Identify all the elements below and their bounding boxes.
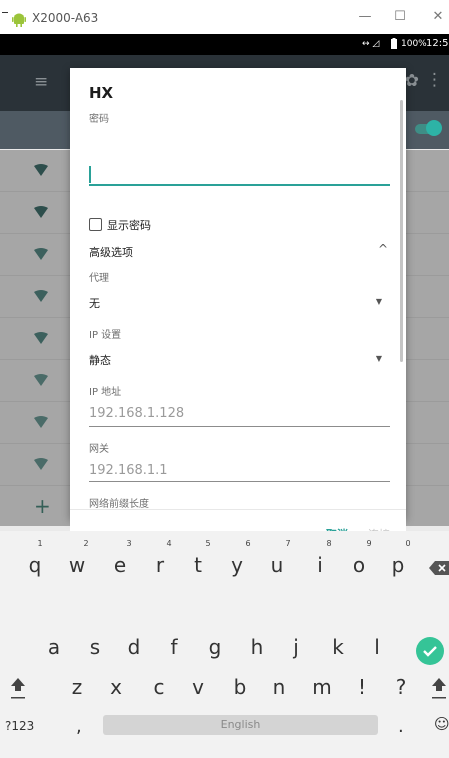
backspace-icon[interactable] [429,561,449,575]
show-password-checkbox[interactable] [89,218,102,231]
dialog-title: HX [89,84,114,102]
key-r[interactable]: r [140,553,180,577]
key-s[interactable]: s [75,635,115,659]
wifi-signal-icon [34,332,48,344]
key-t[interactable]: t [178,553,218,577]
ip-address-underline [89,426,390,427]
dropdown-arrow-icon[interactable]: ▼ [376,297,382,306]
menu-icon[interactable]: ≡ [34,72,48,92]
key-i[interactable]: i [300,553,340,577]
key-hint: 8 [326,539,332,548]
key-hint: 2 [83,539,89,548]
wifi-signal-icon [34,164,48,176]
more-options-icon[interactable]: ⋮ [426,70,443,90]
text-caret [89,166,91,183]
key-x[interactable]: x [96,675,136,699]
emoji-icon[interactable]: ☺ [434,715,449,733]
key-hint: 3 [126,539,132,548]
key-l[interactable]: l [357,635,397,659]
settings-icon[interactable]: ✿ [405,71,419,91]
key-g[interactable]: g [195,635,235,659]
wifi-config-dialog: HX 密码 显示密码 高级选项 ^ 代理 无 ▼ IP 设置 静态 ▼ IP 地… [70,68,406,554]
shift-icon[interactable] [8,675,28,701]
gateway-input[interactable]: 192.168.1.1 [89,463,168,478]
key-o[interactable]: o [339,553,379,577]
key-w[interactable]: w [57,553,97,577]
status-bar: ↔ ◿ 100% 12:5 [0,34,449,55]
key-a[interactable]: a [34,635,74,659]
gateway-label: 网关 [89,444,109,455]
window-title: X2000-A63 [32,11,99,25]
device-screen: ↔ ◿ 100% 12:5 ≡ ✿ ⋮ + HX 密码 显示密码 高级选项 ^ … [0,34,449,758]
password-label: 密码 [89,114,109,125]
key-b[interactable]: b [220,675,260,699]
wifi-switch-thumb[interactable] [426,120,442,136]
battery-icon [391,38,397,49]
key-y[interactable]: y [217,553,257,577]
check-icon [423,646,437,657]
key-e[interactable]: e [100,553,140,577]
proxy-label: 代理 [89,273,109,284]
android-icon [12,13,26,27]
ip-settings-select[interactable]: 静态 [89,352,111,368]
key-u[interactable]: u [257,553,297,577]
key-exclamation[interactable]: ! [342,675,382,699]
wifi-signal-icon [34,206,48,218]
key-h[interactable]: h [237,635,277,659]
enter-button[interactable] [416,637,444,665]
key-hint: 1 [37,539,43,548]
key-p[interactable]: p [378,553,418,577]
ip-address-label: IP 地址 [89,387,122,398]
key-hint: 5 [205,539,211,548]
key-hint: 0 [405,539,411,548]
key-c[interactable]: c [139,675,179,699]
battery-level: 100% [401,39,427,49]
key-n[interactable]: n [259,675,299,699]
ip-address-input[interactable]: 192.168.1.128 [89,406,184,421]
shift-icon[interactable] [429,675,449,701]
clock: 12:5 [426,38,449,49]
key-v[interactable]: v [178,675,218,699]
add-icon: + [34,494,51,518]
key-d[interactable]: d [114,635,154,659]
wifi-signal-icon [34,290,48,302]
key-j[interactable]: j [276,635,316,659]
key-period[interactable]: . [398,716,404,737]
key-k[interactable]: k [318,635,358,659]
proxy-select[interactable]: 无 [89,295,100,311]
dialog-scrollbar[interactable] [400,100,403,362]
key-hint: 7 [285,539,291,548]
password-input[interactable] [89,184,390,186]
wifi-signal-icon [34,416,48,428]
dropdown-arrow-icon[interactable]: ▼ [376,354,382,363]
key-hint: 6 [245,539,251,548]
key-comma[interactable]: , [76,716,82,737]
show-password-label[interactable]: 显示密码 [107,217,151,233]
gateway-underline [89,481,390,482]
maximize-button[interactable]: ☐ [390,9,410,24]
network-icon: ↔ ◿ [362,39,380,49]
soft-keyboard: 1 2 3 4 5 6 7 8 9 0 q w e r t y u i o p … [0,531,449,758]
space-bar[interactable]: English [103,715,378,735]
advanced-options-toggle[interactable]: 高级选项 [89,244,133,260]
chevron-up-icon[interactable]: ^ [378,242,388,256]
wifi-signal-icon [34,374,48,386]
window-title-bar: X2000-A63 — ☐ ✕ [0,0,449,34]
wifi-signal-icon [34,458,48,470]
wifi-signal-icon [34,248,48,260]
symbols-key[interactable]: ?123 [5,719,34,733]
ip-settings-label: IP 设置 [89,330,122,341]
window-edge-mark [2,12,8,13]
key-f[interactable]: f [154,635,194,659]
prefix-length-label: 网络前缀长度 [89,499,149,510]
key-hint: 9 [366,539,372,548]
key-hint: 4 [166,539,172,548]
key-m[interactable]: m [302,675,342,699]
key-question[interactable]: ? [381,675,421,699]
key-q[interactable]: q [15,553,55,577]
close-button[interactable]: ✕ [428,9,448,24]
minimize-button[interactable]: — [355,9,375,24]
key-z[interactable]: z [57,675,97,699]
